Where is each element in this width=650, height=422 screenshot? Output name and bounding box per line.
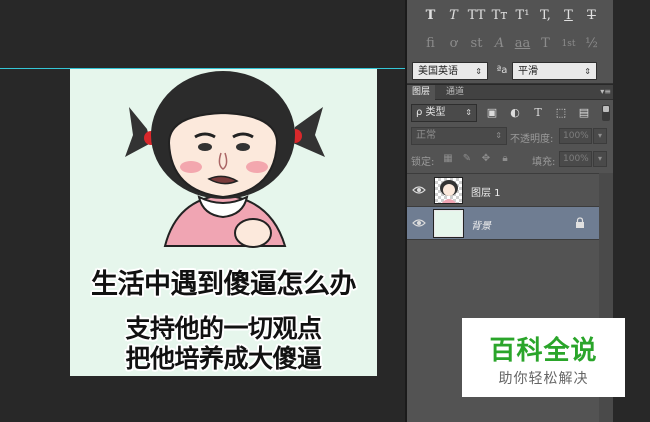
lock-all-icon[interactable]: 🔒︎ bbox=[498, 151, 512, 167]
layer-kind-filter-select[interactable]: ρ 类型 ⇕ bbox=[411, 104, 477, 122]
eye-icon[interactable] bbox=[412, 184, 426, 196]
antialias-select[interactable]: 平滑 ⇕ bbox=[512, 62, 597, 80]
meme-thumbnail-image bbox=[440, 180, 458, 203]
antialias-icon: ªa bbox=[496, 65, 508, 76]
blend-mode-value: 正常 bbox=[416, 130, 436, 141]
layer-row[interactable]: 图层 1 bbox=[407, 174, 599, 207]
pixel-layer-filter-icon[interactable]: ▣ bbox=[483, 104, 501, 122]
underline-button[interactable]: T bbox=[557, 6, 580, 26]
watermark-logo: 百科全说 助你轻松解决 bbox=[462, 318, 625, 397]
strikethrough-button[interactable]: T bbox=[580, 6, 603, 26]
lock-transparent-pixels-icon[interactable]: ▦ bbox=[441, 151, 455, 167]
chevron-updown-icon: ⇕ bbox=[475, 67, 482, 76]
watermark-subtitle: 助你轻松解决 bbox=[498, 371, 589, 387]
meme-character-image bbox=[125, 71, 325, 248]
meme-caption-1: 生活中遇到傻逼怎么办 bbox=[91, 269, 357, 300]
watermark-title: 百科全说 bbox=[489, 336, 598, 366]
meme-caption-3: 把他培养成大傻逼 bbox=[125, 344, 322, 373]
layer-row-selected[interactable]: 背景 bbox=[407, 207, 599, 240]
faux-italic-button[interactable]: T bbox=[442, 6, 465, 26]
lock-position-icon[interactable]: ✥ bbox=[479, 151, 493, 167]
lock-icon bbox=[576, 217, 584, 228]
titling-alternates-button[interactable]: T bbox=[534, 34, 557, 54]
swash-button[interactable]: A bbox=[488, 34, 511, 54]
chevron-updown-icon: ⇕ bbox=[465, 108, 472, 117]
layer-filter-row: ρ 类型 ⇕ ▣ ◐ T ⬚ ▤ bbox=[411, 104, 611, 122]
ordinals-button[interactable]: 1st bbox=[557, 34, 580, 54]
panel-menu-icon[interactable]: ▾≡ bbox=[600, 87, 611, 96]
tab-channels[interactable]: 通道 bbox=[441, 85, 469, 100]
opacity-field[interactable]: 100% bbox=[559, 128, 592, 144]
layer-name[interactable]: 图层 1 bbox=[471, 184, 501, 199]
discretionary-ligatures-button[interactable]: ơ bbox=[442, 34, 465, 54]
lock-label: 锁定: bbox=[411, 157, 435, 168]
fill-dropdown-icon[interactable]: ▾ bbox=[593, 151, 607, 167]
adjustment-layer-filter-icon[interactable]: ◐ bbox=[506, 104, 524, 122]
filter-toggle-switch[interactable] bbox=[602, 105, 610, 121]
antialias-value: 平滑 bbox=[518, 66, 538, 77]
document-canvas[interactable]: 生活中遇到傻逼怎么办 支持他的一切观点 把他培养成大傻逼 bbox=[70, 69, 377, 376]
shape-layer-filter-icon[interactable]: ⬚ bbox=[552, 104, 570, 122]
type-layer-filter-icon[interactable]: T bbox=[529, 104, 547, 122]
stylistic-ligatures-button[interactable]: st bbox=[465, 34, 488, 54]
kind-filter-value: ρ 类型 bbox=[416, 107, 446, 118]
layer-name[interactable]: 背景 bbox=[471, 217, 491, 232]
language-select[interactable]: 美国英语 ⇕ bbox=[412, 62, 488, 80]
blend-mode-select[interactable]: 正常 ⇕ bbox=[411, 127, 507, 145]
opacity-label: 不透明度: bbox=[510, 134, 554, 145]
layer-thumbnail bbox=[434, 177, 463, 204]
smart-object-filter-icon[interactable]: ▤ bbox=[575, 104, 593, 122]
fill-field[interactable]: 100% bbox=[559, 151, 592, 167]
type-style-buttons: T T TT Tт T¹ T, T T bbox=[419, 6, 603, 26]
language-value: 美国英语 bbox=[418, 66, 458, 77]
layer-thumbnail bbox=[433, 209, 464, 238]
canvas-area[interactable]: 生活中遇到傻逼怎么办 支持他的一切观点 把他培养成大傻逼 bbox=[0, 0, 405, 422]
tab-layers[interactable]: 图层 bbox=[407, 85, 436, 100]
small-caps-button[interactable]: Tт bbox=[488, 6, 511, 26]
all-caps-button[interactable]: TT bbox=[465, 6, 488, 26]
layers-panel-tabs: 图层 通道 ▾≡ bbox=[407, 85, 613, 100]
ligatures-button[interactable]: fi bbox=[419, 34, 442, 54]
eye-icon[interactable] bbox=[412, 217, 426, 229]
stylistic-alternates-button[interactable]: aa bbox=[511, 34, 534, 54]
lock-image-pixels-icon[interactable]: ✎ bbox=[460, 151, 474, 167]
superscript-button[interactable]: T¹ bbox=[511, 6, 534, 26]
chevron-updown-icon: ⇕ bbox=[495, 131, 502, 140]
fill-label: 填充: bbox=[532, 157, 556, 168]
fractions-button[interactable]: ½ bbox=[580, 34, 603, 54]
opentype-buttons: fi ơ st A aa T 1st ½ bbox=[419, 34, 603, 54]
faux-bold-button[interactable]: T bbox=[419, 6, 442, 26]
subscript-button[interactable]: T, bbox=[534, 6, 557, 26]
chevron-updown-icon: ⇕ bbox=[584, 67, 591, 76]
opacity-dropdown-icon[interactable]: ▾ bbox=[593, 128, 607, 144]
